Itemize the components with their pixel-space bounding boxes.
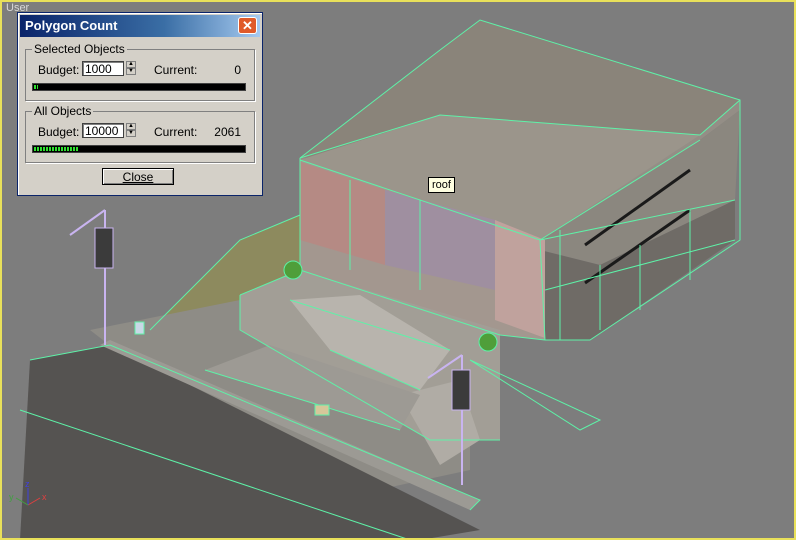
all-budget-label: Budget:: [38, 125, 80, 139]
axis-y-label: y: [9, 492, 14, 502]
all-objects-label: All Objects: [32, 104, 94, 118]
selected-progress-bar: [32, 83, 246, 91]
object-tooltip: roof: [428, 177, 455, 193]
close-button-label: Close: [122, 170, 154, 184]
polygon-count-dialog: Polygon Count ✕ Selected Objects Budget:…: [17, 12, 263, 196]
bush-right: [478, 332, 498, 352]
small-sign: [134, 321, 145, 335]
sign-left: [94, 227, 114, 269]
dialog-titlebar[interactable]: Polygon Count ✕: [20, 15, 260, 37]
dialog-title: Polygon Count: [25, 18, 118, 33]
selected-current-value: 0: [234, 63, 241, 77]
all-current-value: 2061: [214, 125, 241, 139]
bush-left: [283, 260, 303, 280]
selected-progress-fill: [34, 85, 38, 89]
selected-budget-spinner[interactable]: ▲ ▼: [126, 61, 136, 76]
all-progress-bar: [32, 145, 246, 153]
axis-z-label: z: [25, 479, 30, 489]
all-current-label: Current:: [154, 125, 198, 139]
all-budget-spinner[interactable]: ▲ ▼: [126, 123, 136, 138]
sign-right: [451, 369, 471, 411]
all-progress-fill: [34, 147, 78, 151]
close-icon[interactable]: ✕: [238, 17, 257, 34]
selected-objects-label: Selected Objects: [32, 42, 127, 56]
all-objects-group: All Objects Budget: 10000 ▲ ▼ Current: 20…: [25, 104, 255, 163]
selected-budget-input[interactable]: 1000: [82, 61, 124, 76]
front-sign: [314, 404, 330, 416]
close-button[interactable]: Close: [102, 168, 174, 185]
selected-budget-label: Budget:: [38, 63, 80, 77]
all-budget-input[interactable]: 10000: [82, 123, 124, 138]
billboard-right: [495, 220, 545, 338]
selected-current-label: Current:: [154, 63, 198, 77]
axis-x-label: x: [42, 492, 47, 502]
selected-objects-group: Selected Objects Budget: 1000 ▲ ▼ Current…: [25, 42, 255, 101]
